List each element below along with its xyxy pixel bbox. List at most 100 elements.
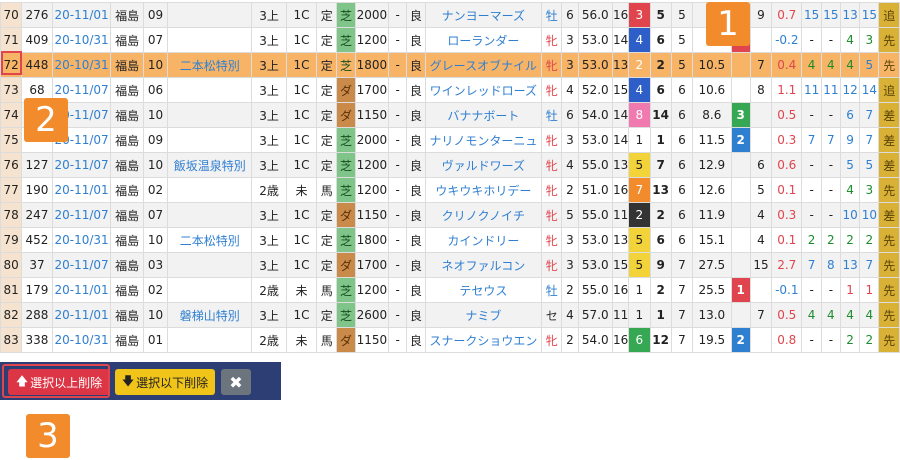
table-row[interactable]: 71 409 20-10/31 福島 07 3上 1C 定芝 1200- 良ローランダー牝 3 53.… [0,27,900,53]
cell-wt: 53.0 [577,252,614,278]
cell-horse[interactable]: スナークショウエン [424,327,543,353]
cell-wt: 53.0 [577,227,614,253]
table-row[interactable]: 82 288 20-11/01 福島 10 磐梯山特別 3上 1C 定芝 2600- 良ナミブセ 4 5… [0,302,900,328]
cell-date[interactable]: 20-10/31 [51,327,112,353]
cell-c1: - [801,277,822,303]
cell-date[interactable]: 20-10/31 [51,52,112,78]
cell-race[interactable]: 飯坂温泉特別 [167,152,253,178]
cell-race[interactable]: 二本松特別 [167,227,253,253]
cell-grade: 1C [285,77,318,103]
cell-date[interactable]: 20-11/07 [51,152,112,178]
cell-c4: 15 [859,2,880,28]
cell-vnum: 10 [142,152,169,178]
table-row[interactable]: 81 179 20-11/01 福島 02 2歳未馬芝 1200- 良テセウス牡 2 55.0 16… [0,277,900,303]
cell-race[interactable] [167,277,253,303]
cell-kind: 馬 [316,327,338,353]
cell-race[interactable] [167,327,253,353]
table-row[interactable]: 78 247 20-11/07 福島 07 3上 1C 定ダ 1150- 良クリノクノイチ牝 5 55… [0,202,900,228]
cell-horse[interactable]: クリノクノイチ [424,202,543,228]
cell-rt: 7 [749,52,773,78]
cell-c2: 11 [820,77,841,103]
cell-race[interactable] [167,202,253,228]
cell-c1: - [801,102,822,128]
cell-vnum: 02 [142,177,169,203]
cell-surf: ダ [336,102,356,128]
cell-idx[interactable]: 76 [0,152,23,178]
table-row[interactable]: 74 20-11/07 福島 10 3上 1C 定ダ 1150- 良バナナボート牡 6 54.0 14… [0,102,900,128]
cell-date[interactable]: 20-11/01 [51,277,112,303]
cell-horse[interactable]: グレースオブナイル [424,52,543,78]
cell-idx[interactable]: 82 [0,302,23,328]
cell-race[interactable]: 磐梯山特別 [167,302,253,328]
cell-horse[interactable]: ワインレッドローズ [424,77,543,103]
cell-pop: 7 [670,327,694,353]
table-row[interactable]: 77 190 20-11/01 福島 02 2歳未馬芝 1200- 良ウキウキホリデー牝 2 51… [0,177,900,203]
cell-race[interactable] [167,2,253,28]
cell-horse[interactable]: カインドリー [424,227,543,253]
cell-race[interactable] [167,77,253,103]
cell-idx[interactable]: 79 [0,227,23,253]
cell-race[interactable]: 二本松特別 [167,52,253,78]
cell-diff: 1.1 [771,77,803,103]
cell-horse[interactable]: ナンヨーマーズ [424,2,543,28]
cell-date[interactable]: 20-11/07 [51,202,112,228]
cell-diff: 2.7 [771,252,803,278]
cell-idx[interactable]: 70 [0,2,23,28]
delete-below-button[interactable]: 🡇 選択以下削除 [115,369,215,395]
cell-date[interactable]: 20-10/31 [51,227,112,253]
cell-race[interactable] [167,127,253,153]
cell-idx[interactable]: 80 [0,252,23,278]
cell-c4: 14 [859,77,880,103]
cell-date[interactable]: 20-11/01 [51,302,112,328]
cell-date[interactable]: 20-11/07 [51,252,112,278]
table-row[interactable]: 80 37 20-11/07 福島 03 3上 1C 定ダ 1700- 良ネオファルコン牝 3 53.… [0,252,900,278]
cell-horse[interactable]: ナミブ [424,302,543,328]
cell-idx[interactable]: 83 [0,327,23,353]
table-row[interactable]: 79 452 20-10/31 福島 10 二本松特別 3上 1C 定芝 1800- 良カインドリー… [0,227,900,253]
cell-pop: 5 [670,52,694,78]
cell-horse[interactable]: ナリノモンターニュ [424,127,543,153]
cell-cls: 3上 [251,302,287,328]
cell-horse[interactable]: ローランダー [424,27,543,53]
cell-race[interactable] [167,252,253,278]
highlight-selected-row-index [1,51,22,75]
table-row[interactable]: 75 20-11/07 福島 09 3上 1C 定芝 2000- 良ナリノモンターニュ牝 3 53.… [0,127,900,153]
cell-horse[interactable]: バナナボート [424,102,543,128]
cell-horse[interactable]: ネオファルコン [424,252,543,278]
table-row[interactable]: 70 276 20-11/01 福島 09 3上 1C 定芝 2000- 良ナンヨーマーズ牡 6 56… [0,2,900,28]
cell-vnum: 09 [142,2,169,28]
cell-horse[interactable]: ウキウキホリデー [424,177,543,203]
cell-cond: 良 [406,77,426,103]
cell-date[interactable]: 20-10/31 [51,27,112,53]
cell-race[interactable] [167,102,253,128]
table-row[interactable]: 7 2 448 20-10/31 福島 10 二本松特別 3上 1C 定芝 1800- 良グレースオブ… [0,52,900,78]
cell-idx[interactable]: 81 [0,277,23,303]
cell-c3: 1 [839,277,861,303]
cell-horse[interactable]: ヴァルドワーズ [424,152,543,178]
close-button[interactable]: ✖ [221,369,251,395]
cell-idx[interactable]: 71 [0,27,23,53]
cell-idx[interactable]: 78 [0,202,23,228]
cell-race[interactable] [167,177,253,203]
cell-diff: 0.3 [771,202,803,228]
cell-date[interactable]: 20-11/01 [51,177,112,203]
cell-style: 差 [878,152,900,178]
cell-date[interactable]: 20-11/01 [51,2,112,28]
cell-rank [730,202,751,228]
highlight-delete-above-button [2,364,110,398]
cell-odds: 12.6 [692,177,732,203]
cell-pop: 6 [670,102,694,128]
cell-sex: 牝 [541,77,563,103]
cell-idx[interactable]: 75 [0,127,23,153]
table-row[interactable]: 73 68 20-11/07 福島 06 3上 1C 定ダ 1700- 良ワインレッドローズ牝 4 5… [0,77,900,103]
cell-idx[interactable]: 73 [0,77,23,103]
cell-horse[interactable]: テセウス [424,277,543,303]
table-row[interactable]: 83 338 20-10/31 福島 01 2歳未馬ダ 1150- 良スナークショウエン牝 2 5… [0,327,900,353]
cell-kind: 定 [316,2,338,28]
cell-race[interactable] [167,27,253,53]
cell-grade: 1C [285,2,318,28]
table-row[interactable]: 76 127 20-11/07 福島 10 飯坂温泉特別 3上 1C 定芝 1200- 良ヴァルドワ… [0,152,900,178]
cell-idx[interactable]: 77 [0,177,23,203]
cell-idx[interactable]: 74 [0,102,23,128]
cell-id: 37 [21,252,53,278]
